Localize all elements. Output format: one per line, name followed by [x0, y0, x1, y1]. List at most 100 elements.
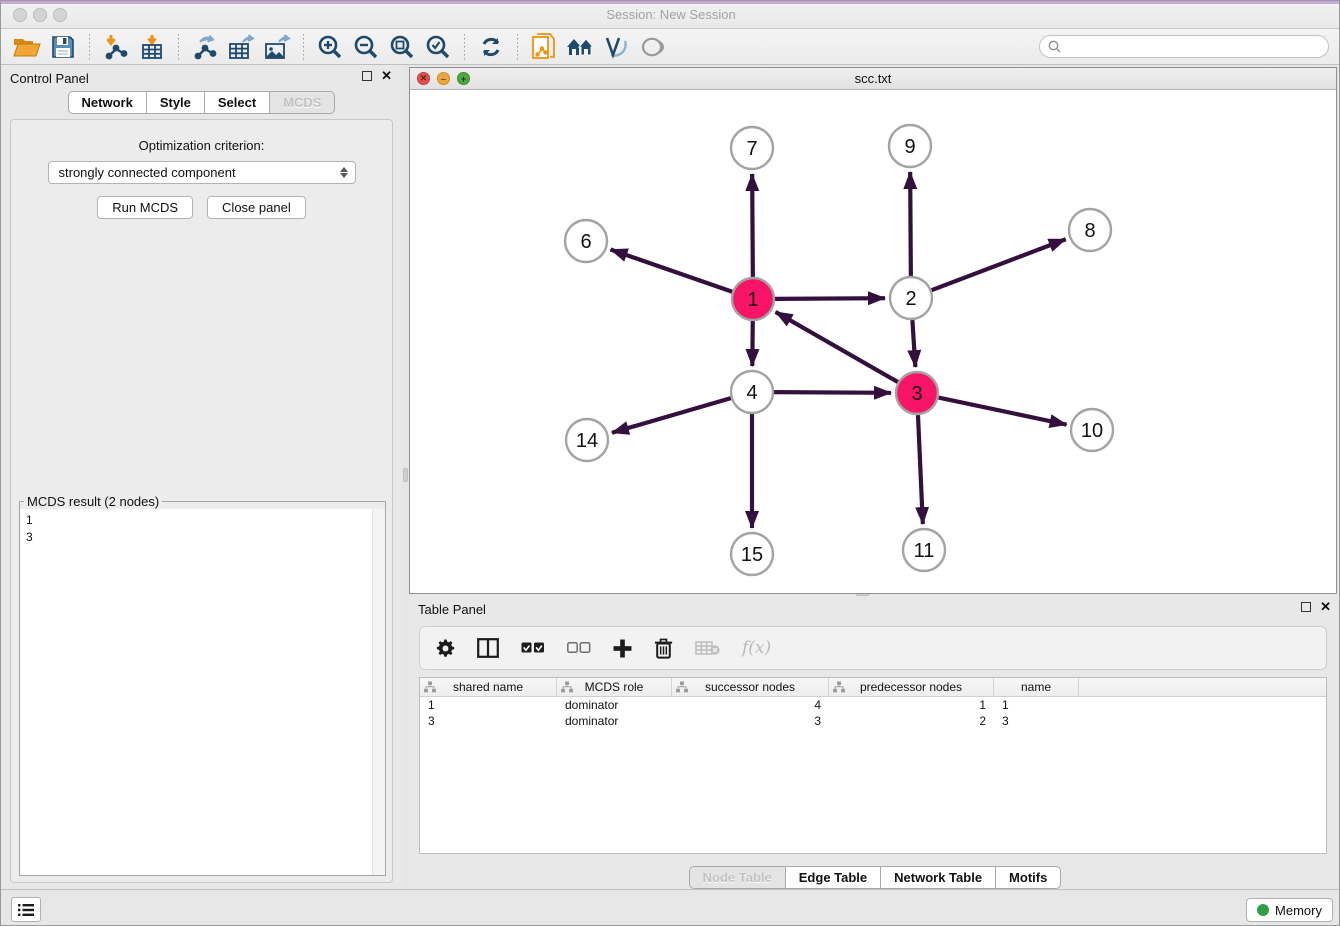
- cell-r1-shared-name[interactable]: 3: [420, 713, 557, 729]
- tab-motifs[interactable]: Motifs: [996, 866, 1061, 889]
- criterion-dropdown[interactable]: strongly connected component: [48, 161, 356, 184]
- cell-r0-predecessor-nodes[interactable]: 1: [829, 697, 994, 713]
- import-network-icon[interactable]: [98, 32, 134, 62]
- vertical-splitter[interactable]: [402, 65, 409, 889]
- tab-edge-table[interactable]: Edge Table: [786, 866, 881, 889]
- cell-r0-shared-name[interactable]: 1: [420, 697, 557, 713]
- status-bar: Memory: [1, 889, 1340, 926]
- column-header-predecessor-nodes[interactable]: predecessor nodes: [829, 678, 994, 696]
- cell-r1-name[interactable]: 3: [994, 713, 1079, 729]
- cell-r1-MCDS-role[interactable]: dominator: [557, 713, 672, 729]
- toolbar-separator: [89, 34, 90, 60]
- graph-node-4[interactable]: 4: [731, 371, 773, 413]
- table-row[interactable]: 3dominator323: [420, 713, 1326, 729]
- tab-node-table[interactable]: Node Table: [689, 866, 786, 889]
- delete-entries-trash-icon[interactable]: [654, 638, 673, 659]
- column-header-successor-nodes[interactable]: successor nodes: [672, 678, 829, 696]
- graph-edge-4-3[interactable]: [774, 392, 891, 393]
- select-all-rows-icon[interactable]: [521, 642, 545, 654]
- toolbar-separator: [303, 34, 304, 60]
- table-row[interactable]: 1dominator411: [420, 697, 1326, 713]
- mcds-result-area[interactable]: 1 3: [20, 509, 385, 875]
- network-view-window: ✕ – + scc.txt 7 9 6 8 1 2 4 3 14 10 15 11: [409, 67, 1337, 594]
- cell-r0-MCDS-role[interactable]: dominator: [557, 697, 672, 713]
- graph-edge-4-14[interactable]: [612, 398, 731, 433]
- svg-text:8: 8: [1084, 220, 1095, 242]
- cell-r0-successor-nodes[interactable]: 4: [672, 697, 829, 713]
- network-window-titlebar[interactable]: ✕ – + scc.txt: [410, 68, 1336, 90]
- main-toolbar: [1, 29, 1340, 65]
- svg-text:9: 9: [904, 136, 915, 158]
- node-table[interactable]: shared nameMCDS rolesuccessor nodesprede…: [419, 677, 1327, 854]
- zoom-selected-icon[interactable]: [420, 32, 456, 62]
- graph-node-7[interactable]: 7: [731, 127, 773, 169]
- search-field[interactable]: [1039, 35, 1329, 58]
- toolbar-separator: [517, 34, 518, 60]
- graph-node-6[interactable]: 6: [565, 220, 607, 262]
- network-canvas[interactable]: 7 9 6 8 1 2 4 3 14 10 15 11: [410, 90, 1336, 593]
- cell-r0-name[interactable]: 1: [994, 697, 1079, 713]
- column-header-mcds-role[interactable]: MCDS role: [557, 678, 672, 696]
- run-mcds-button[interactable]: Run MCDS: [97, 196, 193, 219]
- graph-node-14[interactable]: 14: [566, 419, 608, 461]
- graph-edge-2-8[interactable]: [932, 239, 1066, 290]
- tab-mcds[interactable]: MCDS: [270, 91, 335, 114]
- zoom-fit-icon[interactable]: [384, 32, 420, 62]
- column-header-shared-name[interactable]: shared name: [420, 678, 557, 696]
- refresh-view-icon[interactable]: [473, 32, 509, 62]
- graph-edge-3-1[interactable]: [776, 312, 898, 382]
- float-panel-icon[interactable]: [362, 71, 372, 81]
- zoom-out-icon[interactable]: [348, 32, 384, 62]
- tab-style[interactable]: Style: [147, 91, 205, 114]
- tab-select[interactable]: Select: [205, 91, 270, 114]
- graph-edge-1-2[interactable]: [775, 298, 885, 299]
- graph-edge-1-7[interactable]: [752, 174, 753, 277]
- graph-node-3[interactable]: 3: [896, 372, 938, 414]
- close-panel-button[interactable]: Close panel: [207, 196, 306, 219]
- task-history-button[interactable]: [11, 897, 41, 922]
- graph-edge-2-3[interactable]: [912, 320, 915, 367]
- level-of-detail-eye-icon[interactable]: [634, 32, 670, 62]
- graph-node-10[interactable]: 10: [1071, 409, 1113, 451]
- graph-edge-3-11[interactable]: [918, 415, 923, 524]
- result-scrollbar[interactable]: [372, 509, 385, 875]
- float-table-panel-icon[interactable]: [1301, 602, 1311, 612]
- graph-node-9[interactable]: 9: [889, 125, 931, 167]
- vizmapper-icon[interactable]: [598, 32, 634, 62]
- graph-node-8[interactable]: 8: [1069, 209, 1111, 251]
- export-network-icon[interactable]: [187, 32, 223, 62]
- tab-network-table[interactable]: Network Table: [881, 866, 996, 889]
- home-layout-icon[interactable]: [562, 32, 598, 62]
- cell-r1-predecessor-nodes[interactable]: 2: [829, 713, 994, 729]
- mcds-result-text: 1 3: [20, 509, 385, 549]
- import-table-icon[interactable]: [134, 32, 170, 62]
- graph-node-15[interactable]: 15: [731, 533, 773, 575]
- search-icon: [1048, 40, 1061, 53]
- close-panel-icon[interactable]: ✕: [381, 71, 392, 81]
- export-table-icon[interactable]: [223, 32, 259, 62]
- zoom-in-icon[interactable]: [312, 32, 348, 62]
- mcds-tab-content: Optimization criterion: strongly connect…: [10, 119, 393, 883]
- memory-button[interactable]: Memory: [1246, 898, 1333, 922]
- search-input[interactable]: [1066, 39, 1320, 54]
- unselect-all-rows-icon[interactable]: [567, 642, 591, 654]
- add-column-icon[interactable]: [613, 639, 632, 658]
- tab-network[interactable]: Network: [68, 91, 147, 114]
- graph-node-2[interactable]: 2: [890, 277, 932, 319]
- column-header-name[interactable]: name: [994, 678, 1079, 696]
- graph-node-11[interactable]: 11: [903, 529, 945, 571]
- graph-node-1[interactable]: 1: [732, 278, 774, 320]
- open-session-icon[interactable]: [9, 32, 45, 62]
- toolbar-separator: [464, 34, 465, 60]
- graph-edge-1-6[interactable]: [611, 250, 733, 292]
- column-chooser-icon[interactable]: [477, 638, 499, 658]
- close-table-panel-icon[interactable]: ✕: [1320, 602, 1331, 612]
- network-window-title: scc.txt: [410, 71, 1336, 86]
- cell-r1-successor-nodes[interactable]: 3: [672, 713, 829, 729]
- new-session-from-network-icon[interactable]: [526, 32, 562, 62]
- graph-edge-2-9[interactable]: [910, 172, 911, 276]
- save-session-icon[interactable]: [45, 32, 81, 62]
- column-settings-gear-icon[interactable]: [436, 639, 455, 658]
- graph-edge-3-10[interactable]: [939, 398, 1067, 425]
- export-image-icon[interactable]: [259, 32, 295, 62]
